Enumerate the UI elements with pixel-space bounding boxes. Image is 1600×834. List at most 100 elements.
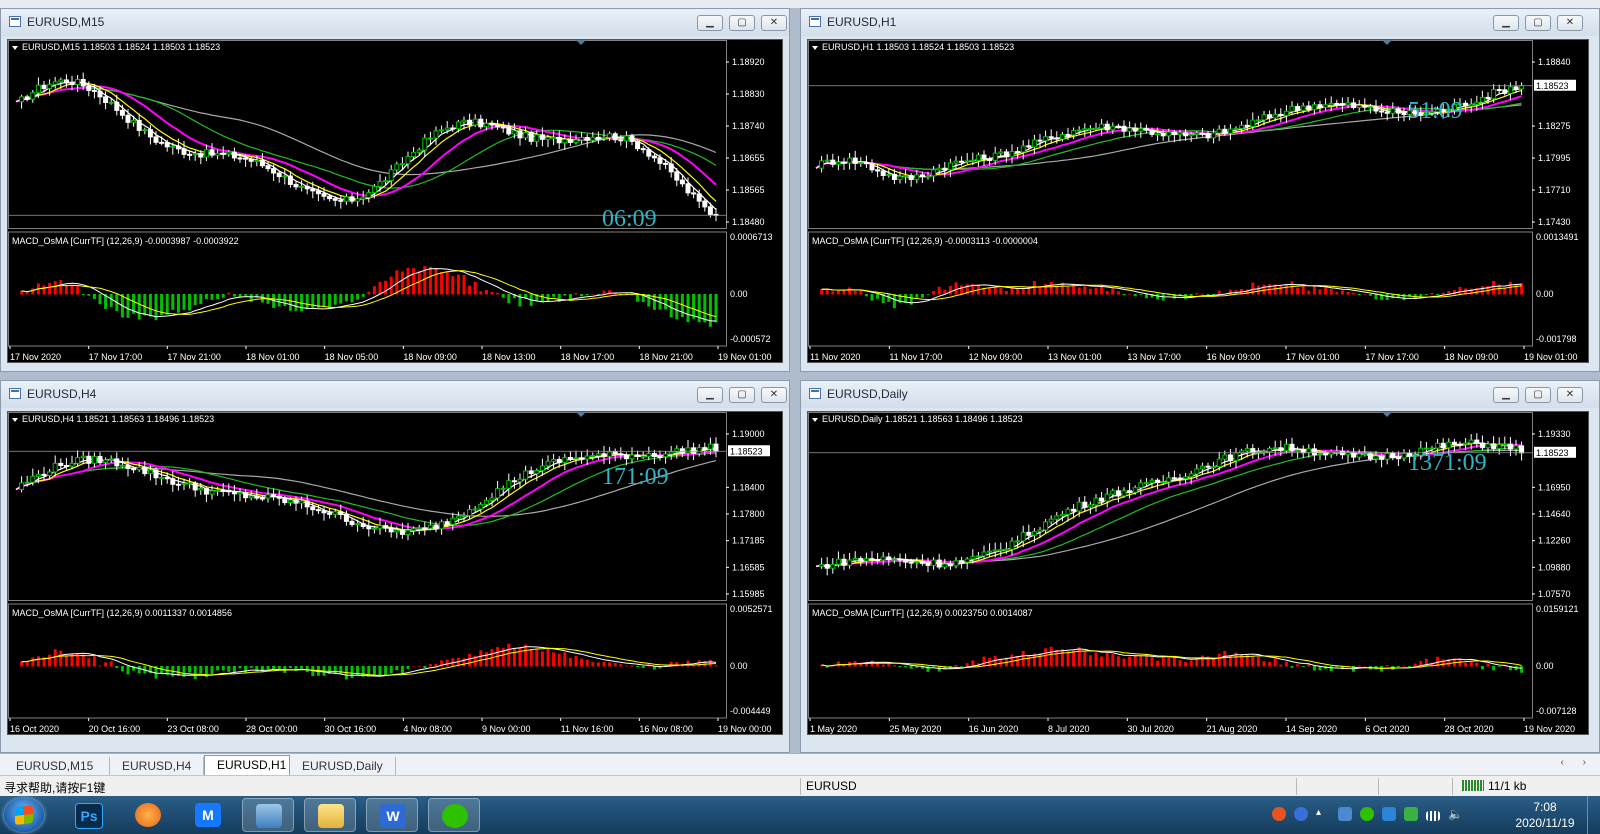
close-button[interactable]: ✕ (1557, 387, 1583, 403)
candle-body (467, 119, 473, 126)
shield-icon[interactable] (1382, 807, 1396, 821)
taskbar-browser[interactable] (122, 798, 174, 832)
candle-body (1048, 518, 1054, 523)
macd-histogram-bar (1329, 288, 1333, 295)
candle-body (338, 511, 344, 516)
chart-shift-marker-icon (576, 412, 586, 417)
tab-eurusd-m15[interactable]: EURUSD,M15 (4, 757, 110, 775)
macd-histogram-bar (988, 288, 992, 295)
candle-body (1132, 487, 1138, 493)
macd-histogram-bar (1508, 281, 1512, 295)
tab-scroll-arrows[interactable]: ‹ › (1561, 757, 1594, 768)
macd-histogram-bar (664, 294, 668, 310)
chart-window-h1[interactable]: EURUSD,H1 ▁ ▢ ✕ 1.18840 1.18523 1.18275 1.1… (800, 8, 1600, 372)
candle-body (103, 459, 109, 464)
macd-histogram-bar (630, 665, 634, 667)
close-button[interactable]: ✕ (761, 387, 787, 403)
candle-body (998, 151, 1004, 154)
candle-body (685, 183, 691, 194)
minimize-button[interactable]: ▁ (1493, 387, 1519, 403)
candle-body (422, 527, 428, 530)
minimize-button[interactable]: ▁ (1493, 15, 1519, 31)
taskbar-app-m[interactable]: M (182, 798, 234, 832)
maximize-button[interactable]: ▢ (729, 387, 755, 403)
signal-icon[interactable] (1426, 811, 1440, 821)
price-axis-label: 1.18400 (732, 482, 765, 492)
maximize-button[interactable]: ▢ (729, 15, 755, 31)
candle-body (1384, 452, 1390, 460)
chart-area[interactable]: 1.18920 1.18830 1.18740 1.18655 1.18565 1.184… (7, 39, 783, 363)
wechat-tray-icon[interactable] (1360, 807, 1374, 821)
candle-body (824, 159, 830, 162)
candle-body (1507, 86, 1513, 94)
security-icon[interactable] (1404, 807, 1418, 821)
candle-body (696, 447, 702, 454)
candle-body (327, 512, 333, 515)
candle-body (595, 453, 601, 457)
volume-icon[interactable]: 🔈 (1448, 807, 1463, 821)
tray-expand-icon[interactable]: ▴ (1316, 807, 1330, 821)
candle-body (1076, 501, 1082, 512)
show-desktop-button[interactable] (1587, 796, 1600, 834)
candle-body (478, 503, 484, 510)
network-app-icon[interactable] (1338, 807, 1352, 821)
price-panel-border (808, 412, 1533, 601)
macd-histogram-bar (836, 661, 840, 667)
tab-eurusd-h1[interactable]: EURUSD,H1 (204, 755, 290, 776)
help-icon[interactable] (1294, 807, 1308, 821)
chart-area[interactable]: 1.18840 1.18523 1.18275 1.17995 1.17710 1.174… (807, 39, 1589, 363)
tab-eurusd-daily[interactable]: EURUSD,Daily (290, 757, 396, 775)
candle-body (30, 92, 36, 100)
candle-body (399, 529, 405, 535)
candle-body (1367, 106, 1373, 109)
taskbar-clock[interactable]: 7:08 2020/11/19 (1512, 799, 1578, 831)
candle-body (366, 526, 372, 530)
window-titlebar[interactable]: EURUSD,M15 ▁ ▢ ✕ (1, 9, 789, 36)
window-titlebar[interactable]: EURUSD,Daily ▁ ▢ ✕ (801, 381, 1599, 408)
candle-body (562, 139, 568, 144)
candle-body (349, 520, 355, 526)
macd-histogram-bar (1100, 656, 1104, 667)
candle-body (237, 492, 243, 495)
price-panel-border (8, 412, 727, 601)
macd-histogram-bar (524, 644, 528, 667)
taskbar-wps[interactable]: W (366, 798, 418, 832)
candle-body (1216, 128, 1222, 134)
taskbar-wechat[interactable] (428, 798, 480, 832)
tab-eurusd-h4[interactable]: EURUSD,H4 (110, 757, 204, 775)
candle-body (1171, 477, 1177, 480)
maximize-button[interactable]: ▢ (1525, 15, 1551, 31)
candle-body (1015, 151, 1021, 154)
macd-histogram-bar (1492, 281, 1496, 295)
window-titlebar[interactable]: EURUSD,H1 ▁ ▢ ✕ (801, 9, 1599, 36)
candle-body (1390, 452, 1396, 459)
close-button[interactable]: ✕ (1557, 15, 1583, 31)
chart-area[interactable]: 1.19000 1.18523 1.18400 1.17800 1.17185 1.165… (7, 411, 783, 735)
start-button[interactable] (4, 798, 44, 832)
chart-window-daily[interactable]: EURUSD,Daily ▁ ▢ ✕ 1.19330 1.18523 1.16950… (800, 380, 1600, 753)
candle-body (696, 193, 702, 202)
macd-histogram-bar (636, 294, 640, 302)
candle-body (1099, 497, 1105, 502)
macd-histogram-bar (960, 285, 964, 295)
taskbar-file-explorer[interactable] (304, 798, 356, 832)
maximize-button[interactable]: ▢ (1525, 387, 1551, 403)
chart-area[interactable]: 1.19330 1.18523 1.16950 1.14640 1.12260 1.098… (807, 411, 1589, 735)
macd-histogram-bar (92, 656, 96, 667)
candle-body (1463, 102, 1469, 107)
taskbar-photoshop[interactable]: Ps (62, 798, 114, 832)
taskbar-remote-desktop[interactable] (242, 798, 294, 832)
candle-body (24, 96, 30, 100)
chart-window-m15[interactable]: EURUSD,M15 ▁ ▢ ✕ 1.18920 1.18830 1.18740 1.… (0, 8, 790, 372)
minimize-button[interactable]: ▁ (697, 387, 723, 403)
candle-body (1283, 443, 1289, 452)
macd-axis-label: -0.007128 (1536, 706, 1577, 716)
sogou-ime-icon[interactable] (1272, 807, 1286, 821)
macd-histogram-bar (686, 660, 690, 667)
candle-body (908, 561, 914, 564)
close-button[interactable]: ✕ (761, 15, 787, 31)
candle-body (511, 480, 517, 483)
window-titlebar[interactable]: EURUSD,H4 ▁ ▢ ✕ (1, 381, 789, 408)
minimize-button[interactable]: ▁ (697, 15, 723, 31)
chart-window-h4[interactable]: EURUSD,H4 ▁ ▢ ✕ 1.19000 1.18523 1.18400 1.1… (0, 380, 790, 753)
